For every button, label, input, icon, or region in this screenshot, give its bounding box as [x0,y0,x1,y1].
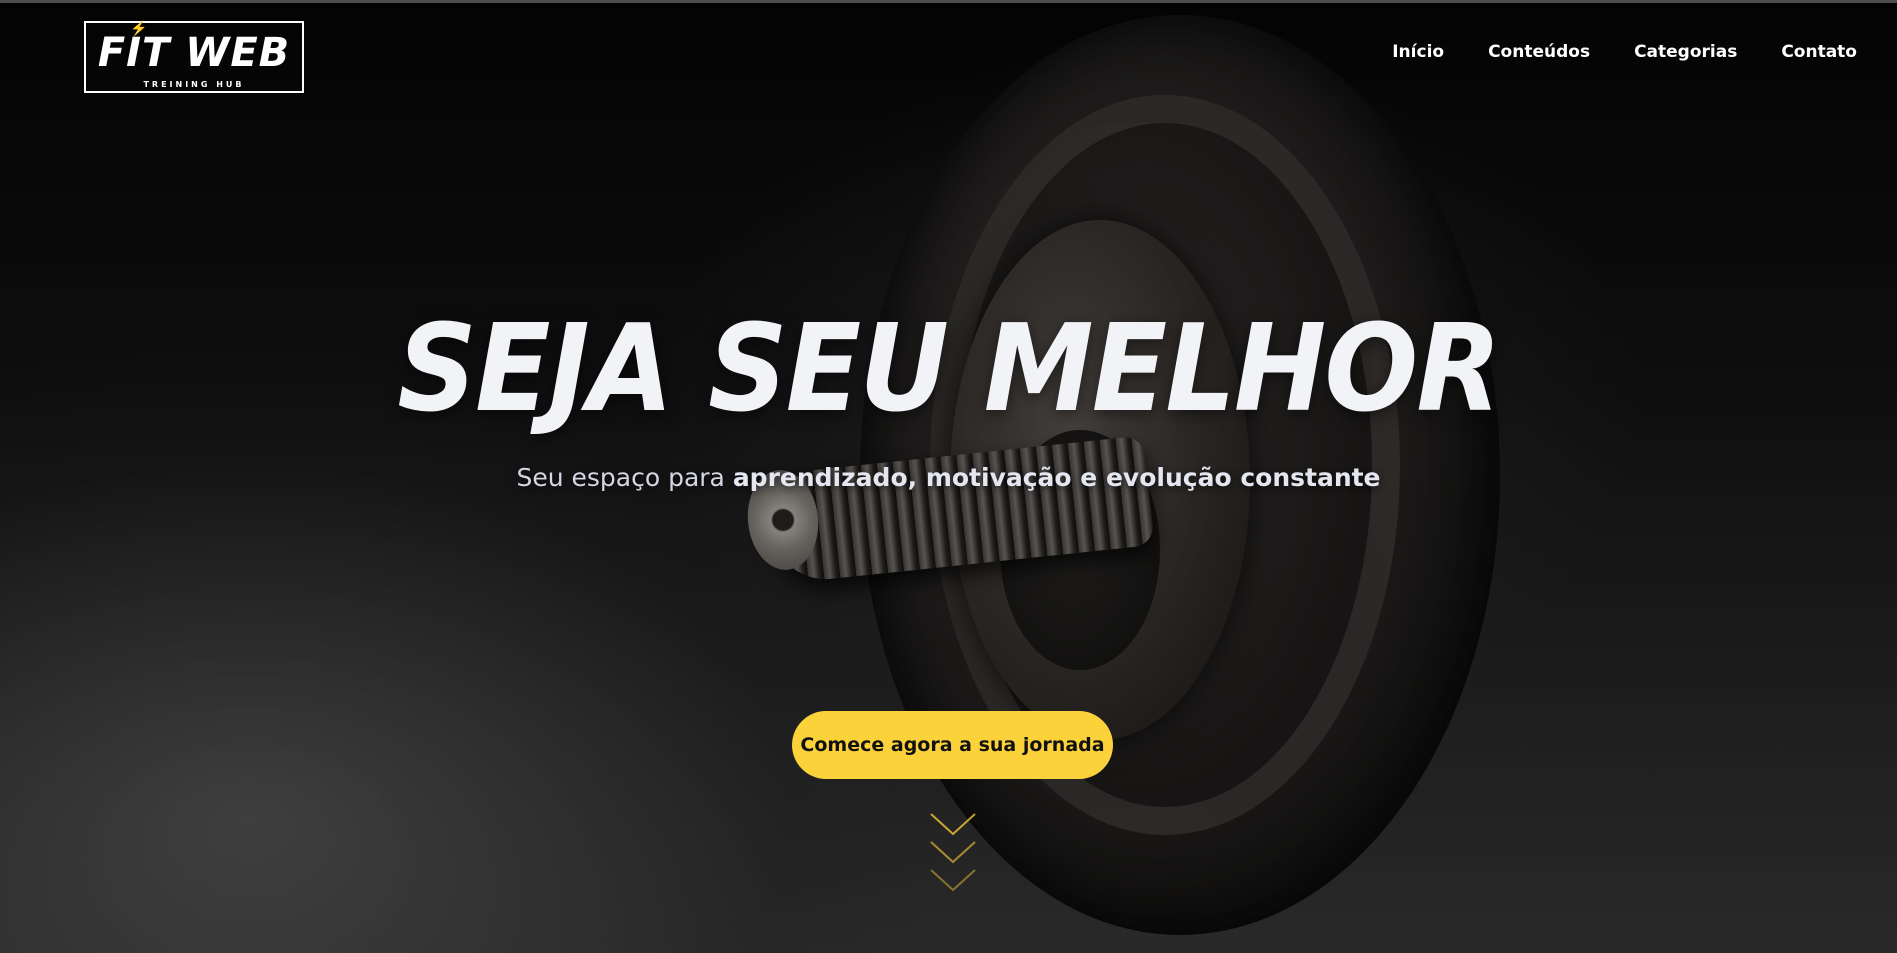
hero-subtitle-bold: aprendizado, motivação e evolução consta… [732,463,1381,492]
nav-item-contato[interactable]: Contato [1781,42,1857,62]
brand-name: FIT WEB [97,30,291,76]
hero-title: SEJA SEU MELHOR [397,300,1501,439]
nav-item-categorias[interactable]: Categorias [1634,42,1737,62]
main-menu: Início Conteúdos Categorias Contato [1392,42,1857,62]
brand-logo[interactable]: ⚡ FIT WEB TREINING HUB [84,21,304,93]
nav-item-conteudos[interactable]: Conteúdos [1488,42,1590,62]
nav-item-inicio[interactable]: Início [1392,42,1444,62]
brand-tagline: TREINING HUB [143,80,245,89]
hero-subtitle: Seu espaço para aprendizado, motivação e… [0,462,1897,494]
start-journey-button[interactable]: Comece agora a sua jornada [792,711,1113,779]
hero-section: ⚡ FIT WEB TREINING HUB Início Conteúdos … [0,0,1897,953]
hero-subtitle-plain: Seu espaço para [516,463,733,492]
chevron-down-icon[interactable] [928,812,978,912]
navbar: ⚡ FIT WEB TREINING HUB Início Conteúdos … [0,0,1897,110]
